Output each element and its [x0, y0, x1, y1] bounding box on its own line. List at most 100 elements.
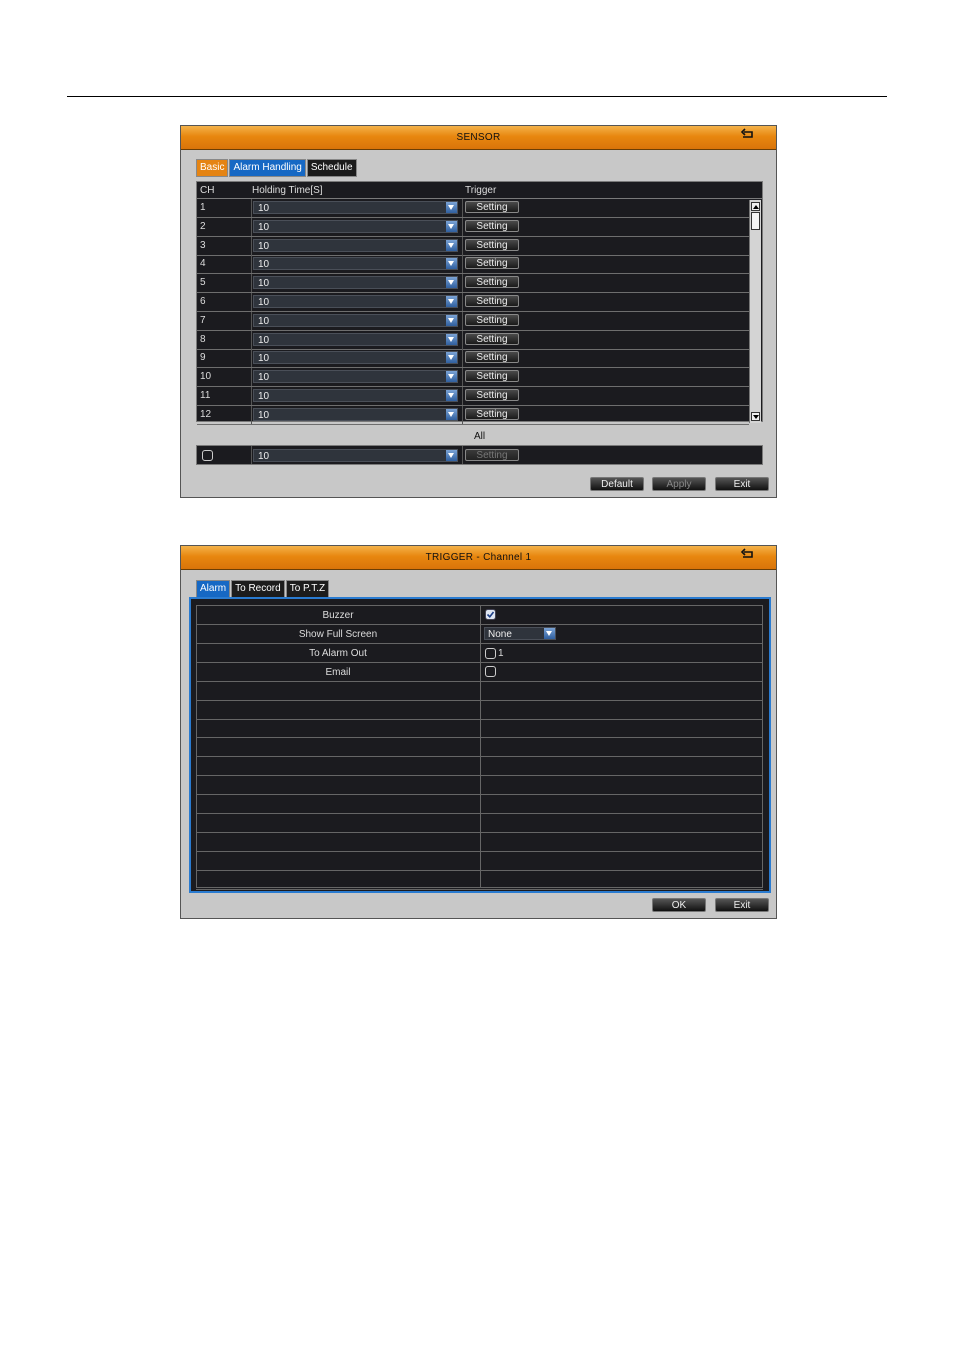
holding-time-select[interactable]: 10 — [253, 219, 458, 233]
dropdown-arrow-icon — [446, 408, 457, 420]
holding-time-select[interactable]: 10 — [253, 295, 458, 308]
sensor-title: SENSOR — [456, 132, 501, 143]
table-header: CH Holding Time[S] Trigger — [197, 182, 762, 199]
scroll-down-icon[interactable] — [751, 412, 760, 421]
dropdown-arrow-icon — [446, 352, 457, 364]
email-checkbox[interactable] — [485, 666, 496, 677]
table-row: 6 10 Setting — [197, 293, 749, 312]
row-email: Email — [196, 663, 763, 682]
table-row: 10 10 Setting — [197, 368, 749, 388]
row-to-alarm-out: To Alarm Out — [196, 644, 763, 663]
dropdown-arrow-icon — [446, 314, 457, 326]
column-divider — [462, 387, 463, 405]
table-row: 5 10 Setting — [197, 274, 749, 294]
row-buzzer: Buzzer — [196, 606, 763, 625]
full-screen-select[interactable]: None — [484, 627, 556, 640]
trigger-setting-button[interactable]: Setting — [465, 370, 519, 383]
column-divider — [251, 274, 252, 293]
holding-time-value: 10 — [258, 391, 270, 402]
column-divider — [251, 255, 252, 274]
row-ch: 12 — [200, 408, 212, 420]
holding-time-select[interactable]: 10 — [253, 351, 458, 365]
checkmark-icon — [486, 611, 495, 619]
back-arrow-icon[interactable] — [740, 548, 756, 560]
trigger-setting-button[interactable]: Setting — [465, 238, 519, 251]
trigger-setting-button[interactable]: Setting — [465, 389, 519, 401]
header-holding-time: Holding Time[S] — [252, 185, 323, 196]
column-divider — [462, 236, 463, 255]
all-setting-button[interactable]: Setting — [465, 449, 519, 461]
trigger-setting-button[interactable]: Setting — [465, 407, 519, 420]
alarm-out-checkbox[interactable] — [485, 648, 496, 659]
all-row: 10 Setting — [196, 445, 763, 465]
column-divider — [251, 446, 252, 464]
back-arrow-icon[interactable] — [740, 128, 756, 140]
sensor-window: SENSOR Basic Alarm Handling Schedule CH … — [180, 125, 777, 498]
page-header-rule — [67, 96, 887, 97]
holding-time-select[interactable]: 10 — [253, 201, 458, 214]
column-divider — [251, 293, 252, 311]
email-label: Email — [325, 667, 351, 678]
trigger-setting-button[interactable]: Setting — [465, 276, 519, 289]
holding-time-select[interactable]: 10 — [253, 370, 458, 384]
tab-to-ptz[interactable]: To P.T.Z — [285, 580, 330, 598]
holding-time-value: 10 — [258, 297, 270, 308]
holding-time-select[interactable]: 10 — [253, 276, 458, 290]
table-row: 4 10 Setting — [197, 255, 749, 275]
apply-button[interactable]: Apply — [652, 477, 706, 491]
all-holding-select[interactable]: 10 — [253, 449, 458, 462]
header-trigger: Trigger — [465, 185, 497, 196]
column-divider — [251, 368, 252, 387]
trigger-setting-button[interactable]: Setting — [465, 313, 519, 326]
holding-time-select[interactable]: 10 — [253, 389, 458, 402]
trigger-setting-button[interactable]: Setting — [465, 257, 519, 270]
trigger-setting-button[interactable]: Setting — [465, 332, 519, 345]
dropdown-arrow-icon — [446, 450, 457, 461]
tab-schedule[interactable]: Schedule — [306, 159, 357, 177]
full-screen-value: None — [488, 629, 512, 640]
all-checkbox[interactable] — [202, 450, 213, 461]
scroll-thumb[interactable] — [751, 212, 760, 230]
dropdown-arrow-icon — [446, 220, 457, 232]
tab-basic[interactable]: Basic — [196, 159, 229, 177]
row-ch: 9 — [200, 352, 206, 364]
default-button[interactable]: Default — [590, 477, 644, 491]
column-divider — [462, 199, 463, 217]
exit-button[interactable]: Exit — [715, 477, 769, 491]
full-screen-label: Show Full Screen — [298, 629, 378, 640]
holding-time-select[interactable]: 10 — [253, 407, 458, 421]
trigger-setting-button[interactable]: Setting — [465, 351, 519, 364]
trigger-setting-button[interactable]: Setting — [465, 295, 519, 307]
holding-time-value: 10 — [258, 315, 270, 327]
tab-alarm-handling[interactable]: Alarm Handling — [229, 159, 306, 177]
trigger-titlebar: TRIGGER - Channel 1 — [181, 546, 776, 570]
holding-time-value: 10 — [258, 409, 270, 421]
row-ch: 10 — [200, 371, 212, 383]
exit-button[interactable]: Exit — [715, 898, 769, 912]
column-divider — [251, 199, 252, 217]
column-divider — [251, 349, 252, 368]
sensor-tabs: Basic Alarm Handling Schedule — [196, 159, 358, 177]
scroll-up-icon[interactable] — [751, 202, 760, 211]
trigger-window: TRIGGER - Channel 1 Alarm To Record To P… — [180, 545, 777, 919]
holding-time-select[interactable]: 10 — [253, 257, 458, 271]
trigger-setting-button[interactable]: Setting — [465, 201, 519, 213]
column-divider — [462, 311, 463, 330]
holding-time-select[interactable]: 10 — [253, 238, 458, 252]
ok-button[interactable]: OK — [652, 898, 706, 912]
row-show-full-screen: Show Full Screen — [196, 625, 763, 644]
holding-time-value: 10 — [258, 240, 270, 252]
buzzer-checkbox[interactable] — [485, 609, 496, 620]
table-row: 1 10 Setting — [197, 199, 749, 218]
dropdown-arrow-icon — [544, 628, 555, 639]
tab-to-record[interactable]: To Record — [231, 580, 285, 598]
table-row: 9 10 Setting — [197, 349, 749, 369]
holding-time-select[interactable]: 10 — [253, 332, 458, 346]
trigger-setting-button[interactable]: Setting — [465, 219, 519, 232]
column-divider — [251, 236, 252, 255]
table-scrollbar[interactable] — [749, 200, 761, 423]
alarm-out-option: 1 — [498, 648, 504, 659]
tab-alarm[interactable]: Alarm — [196, 580, 231, 598]
column-divider — [251, 311, 252, 330]
holding-time-select[interactable]: 10 — [253, 313, 458, 327]
